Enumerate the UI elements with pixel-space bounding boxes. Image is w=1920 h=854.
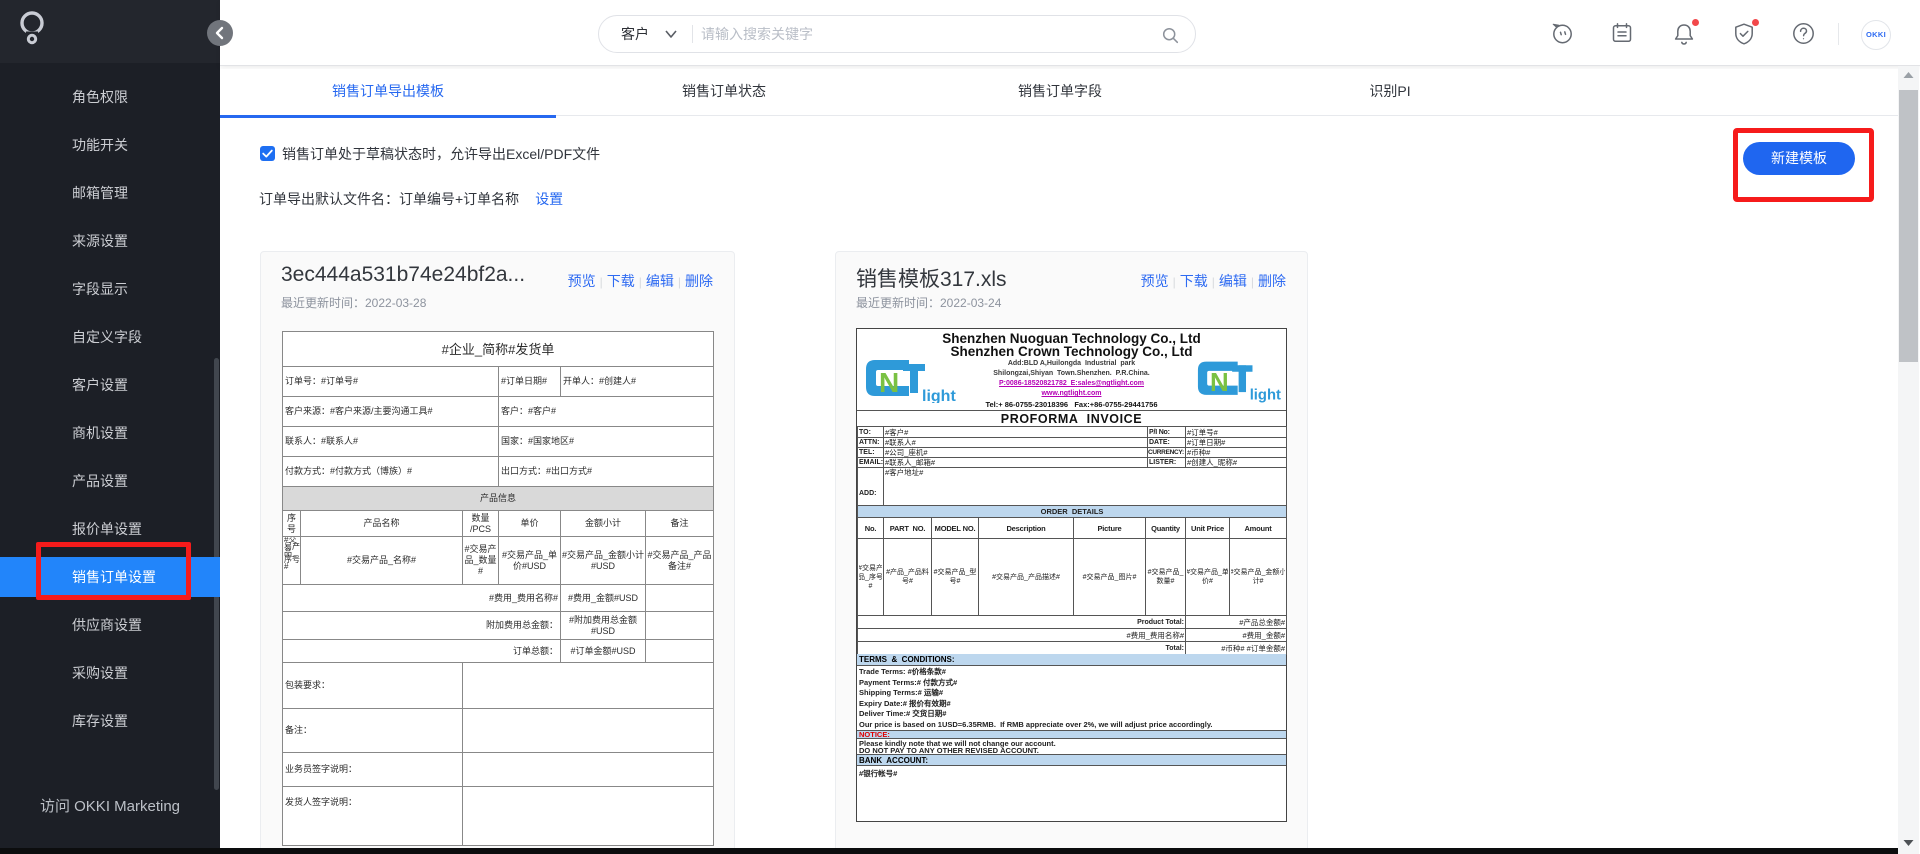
svg-text:light: light — [1250, 387, 1281, 403]
svg-text:N: N — [879, 367, 899, 398]
svg-text:light: light — [922, 388, 956, 403]
svg-text:N: N — [1210, 369, 1229, 397]
